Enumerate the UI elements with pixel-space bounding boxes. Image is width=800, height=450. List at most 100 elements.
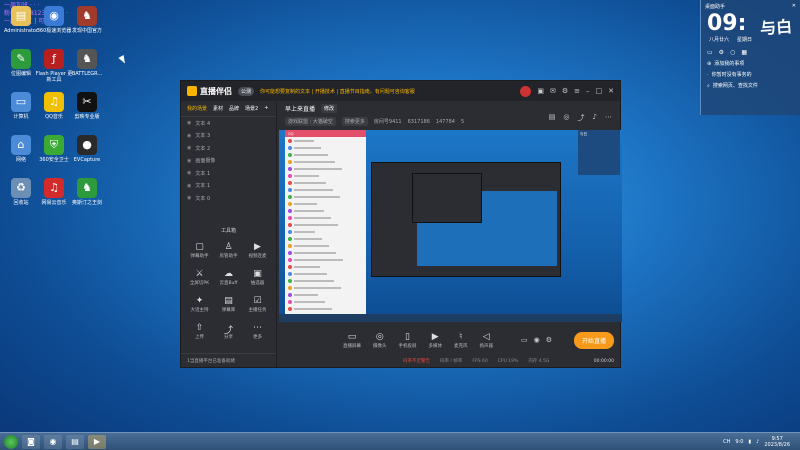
taskbar-clock[interactable]: 9:57 2023/8/26 <box>764 436 790 448</box>
bell-icon[interactable]: ♪ <box>593 113 597 123</box>
qq-contact-row <box>285 305 366 312</box>
source-media[interactable]: ▶ 多媒体 <box>429 332 443 349</box>
window-controls: ▣ ✉ ⚙ ≡ – □ ✕ <box>537 87 614 95</box>
scene-item[interactable]: ◉ 文本 2 <box>181 142 276 155</box>
eye-icon[interactable]: ◉ <box>187 133 191 139</box>
widget-item-search[interactable]: ⌕ 搜索网页、查找文件 <box>701 80 800 91</box>
source-screen[interactable]: ▭ 直播屏幕 <box>343 332 361 349</box>
tool-cloud[interactable]: ☁ 云直Buff <box>214 269 243 286</box>
eye-icon[interactable]: ◉ <box>187 158 191 164</box>
eye-icon[interactable]: ◉ <box>187 195 191 201</box>
volume-icon[interactable]: ♪ <box>756 439 759 445</box>
record-icon[interactable]: ▤ <box>549 113 556 123</box>
language-indicator[interactable]: CH <box>723 439 730 445</box>
eye-icon[interactable]: ◉ <box>187 120 191 126</box>
folder-icon[interactable]: ▤ <box>66 434 84 449</box>
tool-label: 更多 <box>253 334 262 340</box>
tool-pk[interactable]: ⚔ 全屏切PK <box>185 269 214 286</box>
eye-icon[interactable]: ◉ <box>187 170 191 176</box>
phone-cast-icon: ▯ <box>405 331 410 342</box>
tool-label: 大话主持 <box>190 307 209 313</box>
close-icon[interactable]: ✕ <box>608 87 614 95</box>
live-app-icon[interactable]: ▶ <box>88 434 106 449</box>
tool-share[interactable]: ⤴ 分享 <box>214 323 243 340</box>
start-live-button[interactable]: 开始直播 <box>573 331 614 349</box>
message-icon[interactable]: ✉ <box>550 87 556 95</box>
scene-item[interactable]: ◉ 文本 1 <box>181 180 276 193</box>
widget-toolbar: ▭ ⚙ ○ ▦ <box>701 43 800 58</box>
contact-avatar <box>288 264 292 269</box>
share-icon[interactable]: ⤴ <box>578 113 585 123</box>
widget-close-icon[interactable]: ✕ <box>792 3 796 9</box>
desktop-icon[interactable]: ✂ 剪映专业版 <box>68 92 106 120</box>
notice-marquee[interactable]: 你可能想要复制的文本 | 开播技术 | 直播节目指南，有问题可咨询客服 <box>260 88 514 95</box>
tool-more[interactable]: ⋯ 更多 <box>243 323 272 340</box>
tool-video-call[interactable]: ▶ 视频连麦 <box>243 242 272 259</box>
tool-upload[interactable]: ⇧ 上传 <box>185 323 214 340</box>
grid-icon[interactable]: ▦ <box>741 49 747 56</box>
desktop-icon[interactable]: ♞ 发现中国官方 <box>68 6 106 34</box>
screen-icon: ▭ <box>347 331 357 342</box>
source-phone-cast[interactable]: ▯ 手机投屏 <box>399 332 417 349</box>
scene-label: 文本 0 <box>195 195 211 202</box>
tab-scene-2[interactable]: 场景2 <box>245 105 258 112</box>
scene-item[interactable]: ◉ 文本 0 <box>181 192 276 205</box>
contact-name-placeholder <box>294 167 342 170</box>
scene-item[interactable]: ◉ 文本 3 <box>181 130 276 143</box>
desktop-icon[interactable]: ♞ 奥斯汀之王剑 <box>68 178 106 206</box>
tool-host[interactable]: ✦ 大话主持 <box>185 296 214 313</box>
search-more-tag[interactable]: 搜索更多 <box>341 117 368 126</box>
more-icon[interactable]: ⋯ <box>605 113 612 123</box>
start-button[interactable] <box>4 434 18 449</box>
browser-icon[interactable]: ◉ <box>44 434 62 449</box>
source-microphone[interactable]: ♮ 麦克风 <box>454 332 468 349</box>
scene-item[interactable]: ◉ 文本 1 <box>181 167 276 180</box>
settings-icon[interactable]: ⚙ <box>719 49 724 56</box>
source-label: 手机投屏 <box>398 343 417 349</box>
scene-item[interactable]: ◉ 文本 4 <box>181 117 276 130</box>
tab-brand[interactable]: 品牌 <box>229 105 239 112</box>
tab-materials[interactable]: 素材 <box>213 105 223 112</box>
desktop-icon-label: 剪映专业版 <box>74 114 100 120</box>
tool-library[interactable]: ▤ 弹幕库 <box>214 296 243 313</box>
user-avatar[interactable] <box>520 85 532 97</box>
beauty-icon[interactable]: ◎ <box>563 113 569 123</box>
widget-item-add-todo[interactable]: ⊕ 添加我的事项 <box>701 58 800 69</box>
widget-item-label: 添加我的事项 <box>714 61 745 67</box>
version-badge[interactable]: 公测 <box>238 86 255 96</box>
tool-task[interactable]: ☑ 主播任务 <box>243 296 272 313</box>
source-speaker[interactable]: ◁ 扬声器 <box>480 332 494 349</box>
tool-lottery[interactable]: ▣ 抽选器 <box>243 269 272 286</box>
gear-icon[interactable]: ⚙ <box>546 336 552 344</box>
desktop-icon[interactable]: ♞ BATTLEGR... <box>68 49 106 77</box>
minimize-icon[interactable]: – <box>586 87 590 95</box>
tab-my-scenes[interactable]: 我的场景 <box>187 105 207 112</box>
contact-name-placeholder <box>294 279 334 282</box>
contact-avatar <box>288 306 292 311</box>
recycle-bin-icon: ♻ <box>11 178 31 198</box>
menu-icon[interactable]: ≡ <box>574 87 580 95</box>
settings-icon[interactable]: ⚙ <box>562 87 568 95</box>
header-tools: ▤ ◎ ⤴ ♪ ⋯ <box>549 113 612 123</box>
calendar-icon[interactable]: ▭ <box>707 49 713 56</box>
add-tab-icon[interactable]: + <box>264 105 268 112</box>
camera-toggle-icon[interactable]: ▭ <box>521 336 528 344</box>
desktop-helper-widget[interactable]: 桌面助手 ✕ 09: 与白 八月廿六 星期日 ▭ ⚙ ○ ▦ ⊕ 添加我的事项 ·… <box>700 0 800 115</box>
circle-icon[interactable]: ○ <box>730 49 735 56</box>
source-camera[interactable]: ◎ 摄像头 <box>373 332 387 349</box>
desktop-icon[interactable]: ● EVCapture <box>68 135 106 163</box>
edit-title-button[interactable]: 修改 <box>321 104 338 113</box>
tool-danmaku[interactable]: ▢ 弹幕助手 <box>185 242 214 259</box>
eye-icon[interactable]: ◉ <box>187 145 191 151</box>
shirt-icon[interactable]: ▣ <box>537 87 544 95</box>
maximize-icon[interactable]: □ <box>596 87 603 95</box>
category-tag[interactable]: 游戏联盟 : 大猫破空 <box>285 117 336 126</box>
scene-item[interactable]: ◉ 画面摄像 <box>181 155 276 168</box>
stream-preview[interactable]: QQ 与白 <box>279 130 622 322</box>
eye-icon[interactable]: ◉ <box>187 183 191 189</box>
tool-admin[interactable]: ♙ 房管助手 <box>214 242 243 259</box>
contact-avatar <box>288 215 292 220</box>
eye-icon[interactable]: ◉ <box>534 336 540 344</box>
explorer-icon[interactable]: ◙ <box>22 434 40 449</box>
network-icon[interactable]: ▮ <box>748 439 751 445</box>
